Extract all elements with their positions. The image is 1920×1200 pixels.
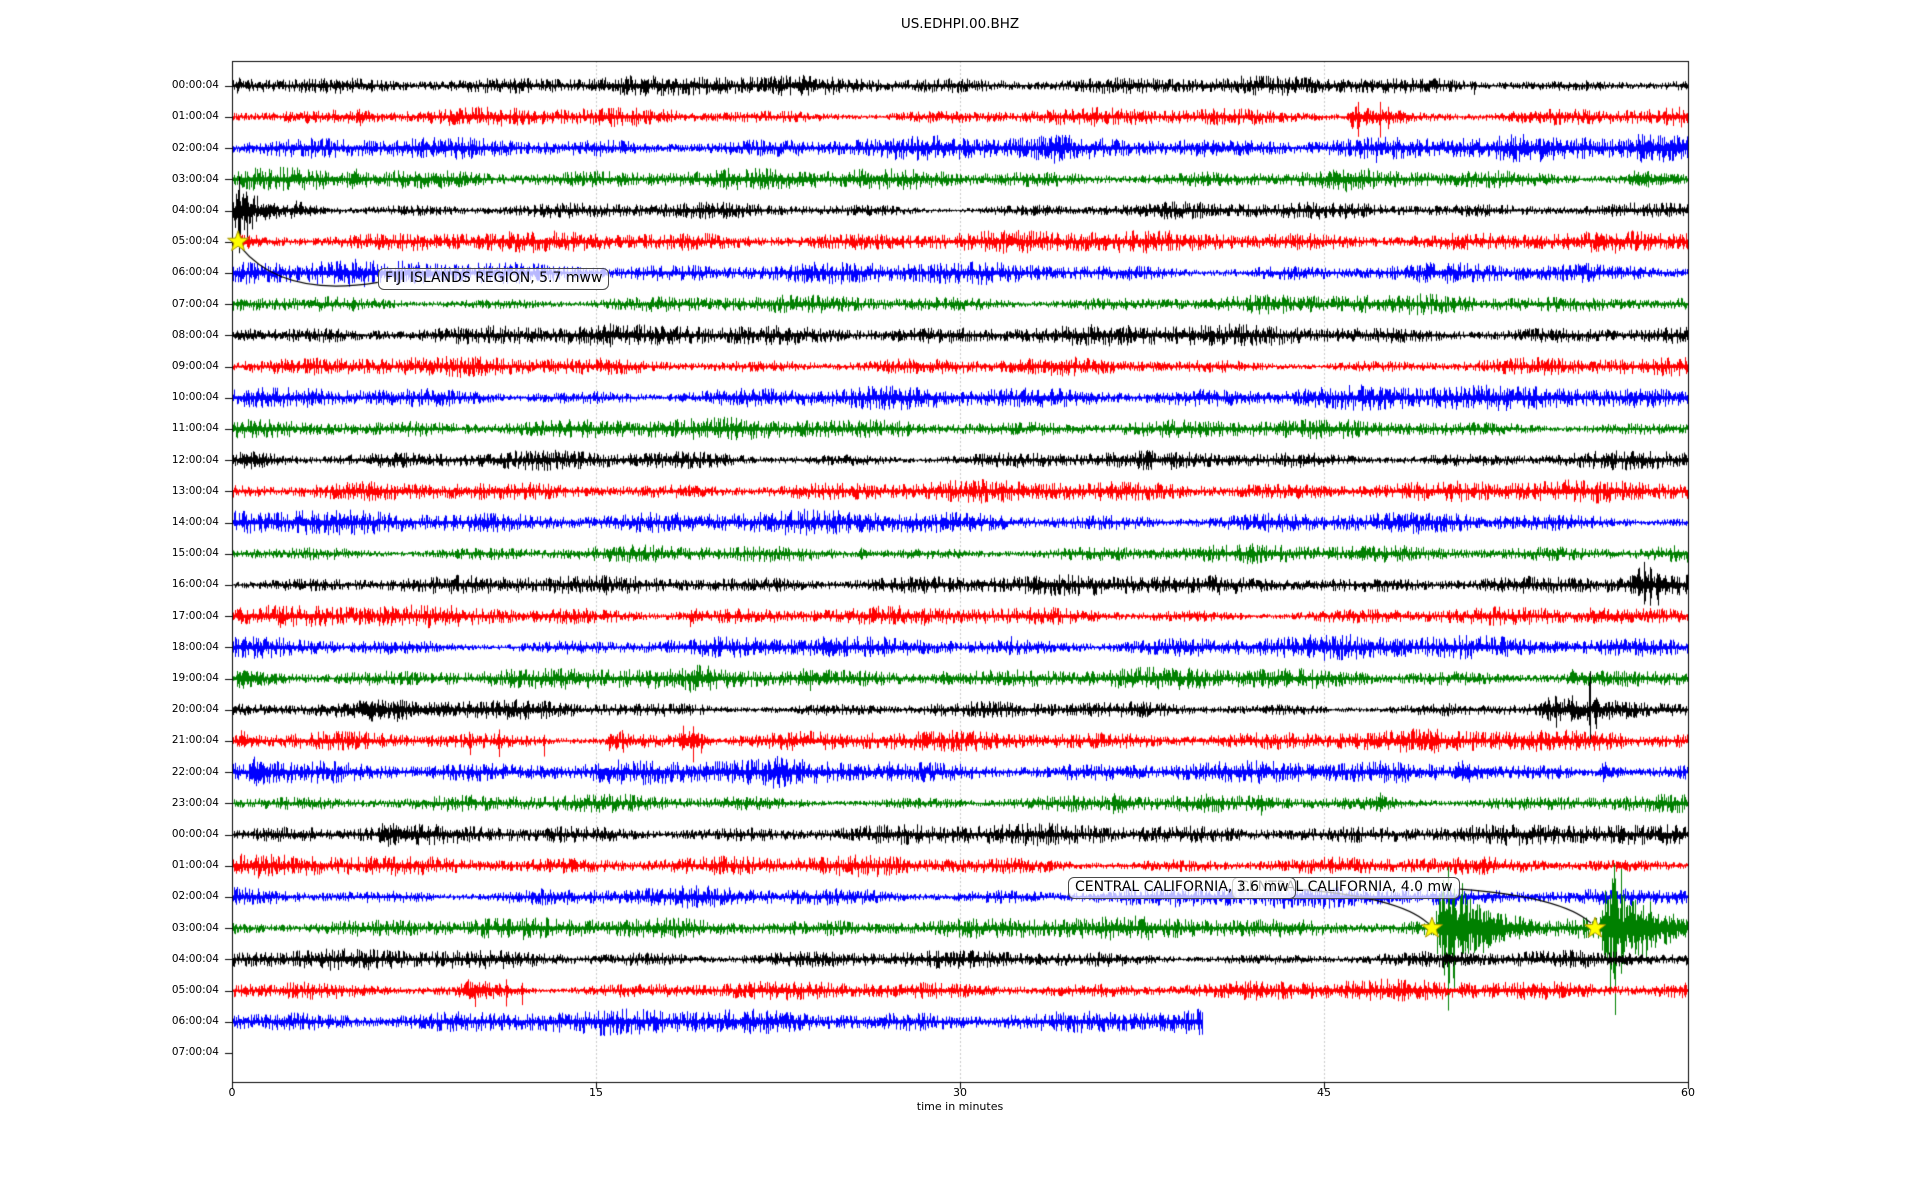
y-tick-label: 11:00:04 [0, 422, 219, 435]
y-tick-label: 06:00:04 [0, 266, 219, 279]
y-tick-label: 02:00:04 [0, 890, 219, 903]
x-tick-label: 15 [566, 1086, 626, 1099]
seismogram-figure: US.EDHPI.00.BHZ time in minutes CENTRAL … [0, 0, 1920, 1200]
y-tick-label: 21:00:04 [0, 734, 219, 747]
y-tick-label: 00:00:04 [0, 828, 219, 841]
y-tick-label: 12:00:04 [0, 454, 219, 467]
x-tick-label: 45 [1294, 1086, 1354, 1099]
y-tick-label: 01:00:04 [0, 859, 219, 872]
y-tick-label: 06:00:04 [0, 1015, 219, 1028]
y-tick-label: 16:00:04 [0, 578, 219, 591]
y-tick-label: 02:00:04 [0, 142, 219, 155]
y-tick-label: 13:00:04 [0, 485, 219, 498]
y-tick-label: 07:00:04 [0, 1046, 219, 1059]
y-tick-label: 05:00:04 [0, 235, 219, 248]
event-annotation-central-california-36: CENTRAL CALIFORNIA, 3.6 mw [1068, 877, 1296, 899]
y-tick-label: 18:00:04 [0, 641, 219, 654]
y-tick-label: 03:00:04 [0, 922, 219, 935]
y-tick-label: 03:00:04 [0, 173, 219, 186]
y-tick-label: 08:00:04 [0, 329, 219, 342]
x-tick-label: 30 [930, 1086, 990, 1099]
y-tick-label: 04:00:04 [0, 204, 219, 217]
x-tick-label: 0 [202, 1086, 262, 1099]
y-tick-label: 01:00:04 [0, 110, 219, 123]
event-annotation-fiji: FIJI ISLANDS REGION, 5.7 mww [378, 268, 609, 290]
y-tick-label: 05:00:04 [0, 984, 219, 997]
seismogram-plot-canvas [0, 0, 1920, 1200]
y-tick-label: 15:00:04 [0, 547, 219, 560]
y-tick-label: 10:00:04 [0, 391, 219, 404]
y-tick-label: 00:00:04 [0, 79, 219, 92]
y-tick-label: 19:00:04 [0, 672, 219, 685]
y-tick-label: 07:00:04 [0, 298, 219, 311]
y-tick-label: 17:00:04 [0, 610, 219, 623]
plot-title: US.EDHPI.00.BHZ [0, 16, 1920, 32]
y-tick-label: 23:00:04 [0, 797, 219, 810]
y-tick-label: 04:00:04 [0, 953, 219, 966]
y-tick-label: 09:00:04 [0, 360, 219, 373]
x-axis-label: time in minutes [810, 1100, 1110, 1113]
y-tick-label: 22:00:04 [0, 766, 219, 779]
y-tick-label: 20:00:04 [0, 703, 219, 716]
x-tick-label: 60 [1658, 1086, 1718, 1099]
y-tick-label: 14:00:04 [0, 516, 219, 529]
